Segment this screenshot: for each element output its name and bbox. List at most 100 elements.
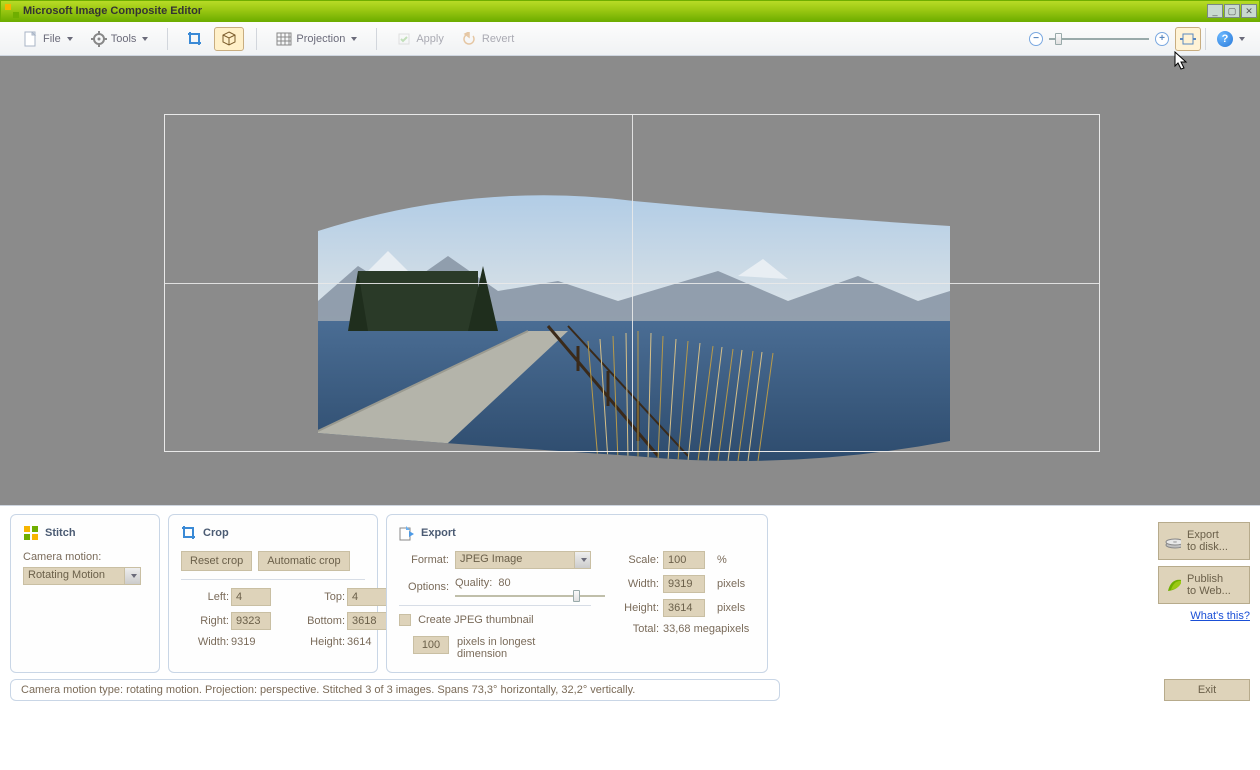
exit-button[interactable]: Exit [1164, 679, 1250, 701]
leaf-icon [1165, 577, 1181, 593]
chevron-down-icon [124, 568, 140, 584]
crop-mode-button[interactable] [180, 27, 210, 51]
top-label: Top: [295, 591, 345, 603]
fit-to-screen-button[interactable] [1175, 27, 1201, 51]
help-icon: ? [1217, 31, 1233, 47]
reset-crop-button[interactable]: Reset crop [181, 551, 252, 571]
maximize-button[interactable]: ▢ [1224, 4, 1240, 18]
width-label: Width: [181, 636, 229, 648]
quality-thumb[interactable] [573, 590, 580, 602]
apply-button[interactable]: Apply [389, 27, 451, 51]
publish-web-line2: to Web... [1187, 585, 1231, 597]
whats-this-link[interactable]: What's this? [1190, 610, 1250, 622]
chevron-down-icon [67, 37, 73, 41]
crop-rectangle[interactable] [164, 114, 1100, 452]
export-width-label: Width: [615, 578, 659, 590]
projection-icon [276, 31, 292, 47]
file-menu[interactable]: File [16, 27, 80, 51]
format-value: JPEG Image [455, 551, 591, 569]
right-label: Right: [181, 615, 229, 627]
zoom-slider[interactable] [1049, 38, 1149, 40]
crop-guide-horizontal [165, 283, 1099, 284]
undo-icon [462, 31, 478, 47]
quality-label: Quality: [455, 577, 492, 589]
thumb-desc-line2: dimension [457, 648, 535, 660]
stitch-icon [23, 525, 39, 541]
right-buttons: Export to disk... Publish to Web... What… [1150, 514, 1250, 673]
stitch-panel: Stitch Camera motion: Rotating Motion [10, 514, 160, 673]
percent-label: % [717, 554, 777, 566]
format-label: Format: [399, 554, 449, 566]
crop-icon [187, 31, 203, 47]
apply-label: Apply [416, 33, 444, 45]
quality-value: 80 [498, 577, 510, 589]
quality-slider[interactable] [455, 595, 605, 597]
tools-menu[interactable]: Tools [84, 27, 156, 51]
close-button[interactable]: ✕ [1241, 4, 1257, 18]
publish-web-line1: Publish [1187, 573, 1231, 585]
crop-icon [181, 525, 197, 541]
toolbar: File Tools Projection [0, 22, 1260, 56]
zoom-out-button[interactable]: − [1029, 32, 1043, 46]
chevron-down-icon [1239, 37, 1245, 41]
title-bar: Microsoft Image Composite Editor _ ▢ ✕ [0, 0, 1260, 22]
tools-label: Tools [111, 33, 137, 45]
scale-input[interactable] [663, 551, 705, 569]
export-disk-line1: Export [1187, 529, 1228, 541]
thumbnail-checkbox[interactable] [399, 614, 411, 626]
thumb-desc-line1: pixels in longest [457, 636, 535, 648]
export-panel: Export Format: JPEG Image Options: Quali… [386, 514, 768, 673]
canvas-viewport[interactable] [0, 56, 1260, 506]
stitch-title: Stitch [45, 527, 76, 539]
top-input[interactable] [347, 588, 387, 606]
crop-panel: Crop Reset crop Automatic crop Left: Top… [168, 514, 378, 673]
fit-icon [1180, 32, 1196, 46]
panels-row: Stitch Camera motion: Rotating Motion Cr… [0, 506, 1260, 673]
revert-button[interactable]: Revert [455, 27, 521, 51]
projection-label: Projection [296, 33, 345, 45]
status-row: Camera motion type: rotating motion. Pro… [0, 673, 1260, 709]
left-input[interactable] [231, 588, 271, 606]
export-title: Export [421, 527, 456, 539]
right-input[interactable] [231, 612, 271, 630]
export-height-input[interactable] [663, 599, 705, 617]
chevron-down-icon [142, 37, 148, 41]
height-label: Height: [295, 636, 345, 648]
revert-label: Revert [482, 33, 514, 45]
chevron-down-icon [351, 37, 357, 41]
app-icon [5, 4, 19, 18]
3d-mode-button[interactable] [214, 27, 244, 51]
width-value: 9319 [231, 636, 293, 648]
total-value: 33,68 megapixels [663, 623, 777, 635]
export-icon [399, 525, 415, 541]
scale-label: Scale: [615, 554, 659, 566]
file-label: File [43, 33, 61, 45]
chevron-down-icon [574, 552, 590, 568]
projection-menu[interactable]: Projection [269, 27, 364, 51]
crop-title: Crop [203, 527, 229, 539]
help-menu[interactable]: ? [1210, 27, 1252, 51]
camera-motion-select[interactable]: Rotating Motion [23, 567, 141, 585]
thumbnail-check-label: Create JPEG thumbnail [418, 614, 534, 626]
export-to-disk-button[interactable]: Export to disk... [1158, 522, 1250, 560]
total-label: Total: [615, 623, 659, 635]
zoom-thumb[interactable] [1055, 33, 1062, 45]
format-select[interactable]: JPEG Image [455, 551, 591, 569]
thumbnail-size-input[interactable] [413, 636, 449, 654]
status-text: Camera motion type: rotating motion. Pro… [10, 679, 780, 701]
automatic-crop-button[interactable]: Automatic crop [258, 551, 349, 571]
publish-to-web-button[interactable]: Publish to Web... [1158, 566, 1250, 604]
file-icon [23, 31, 39, 47]
gear-icon [91, 31, 107, 47]
check-icon [396, 31, 412, 47]
cube-icon [221, 31, 237, 47]
pixels-label-w: pixels [717, 578, 777, 590]
pixels-label-h: pixels [717, 602, 777, 614]
minimize-button[interactable]: _ [1207, 4, 1223, 18]
camera-motion-label: Camera motion: [23, 551, 101, 563]
bottom-input[interactable] [347, 612, 387, 630]
zoom-in-button[interactable]: + [1155, 32, 1169, 46]
export-height-label: Height: [615, 602, 659, 614]
options-label: Options: [399, 581, 449, 593]
export-width-input[interactable] [663, 575, 705, 593]
